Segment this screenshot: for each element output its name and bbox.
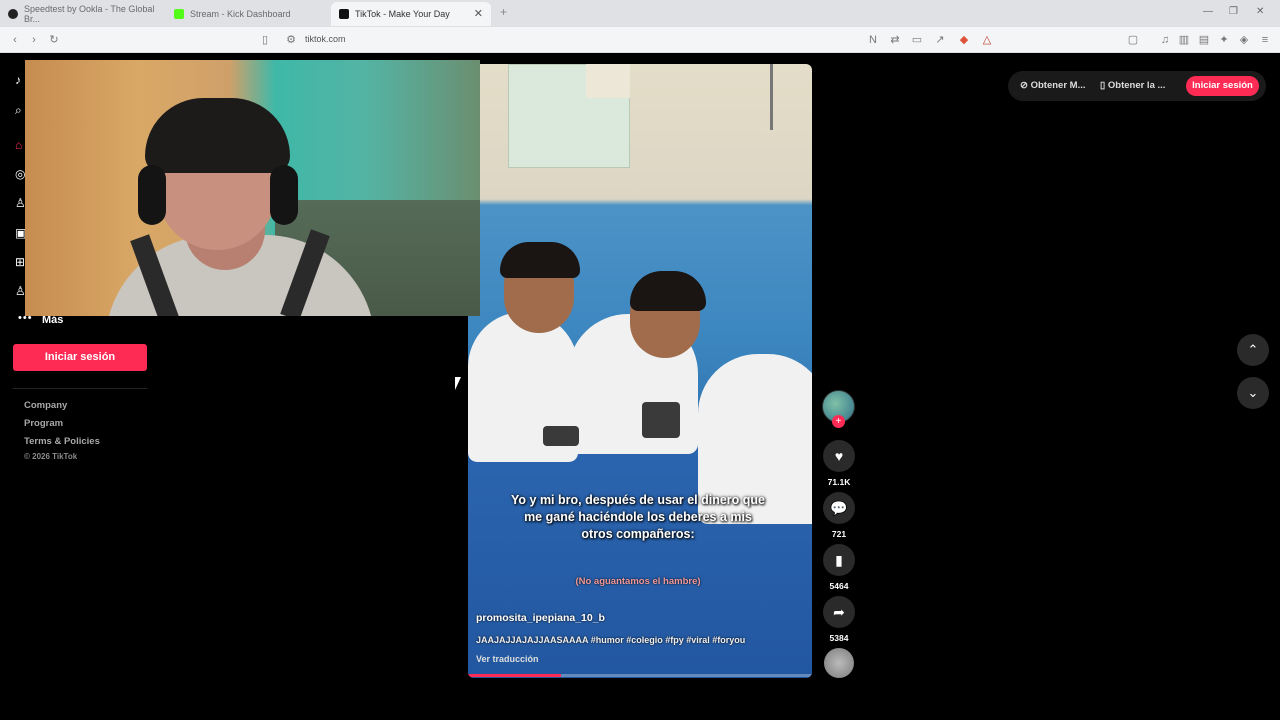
- bookmark-icon[interactable]: ▯: [258, 33, 272, 47]
- next-video-icon[interactable]: ⌄: [1237, 377, 1269, 409]
- get-coins-link[interactable]: ⊘ Obtener M...: [1020, 80, 1086, 91]
- screenshot-icon[interactable]: ▢: [1126, 33, 1140, 47]
- footer-link-terms[interactable]: Terms & Policies: [24, 436, 100, 447]
- tab-title: Speedtest by Ookla - The Global Br...: [24, 4, 155, 24]
- tab-title: Stream - Kick Dashboard: [190, 9, 291, 19]
- wallet-icon[interactable]: ▤: [1197, 33, 1211, 47]
- video-progress-fill: [468, 674, 561, 677]
- close-window-icon[interactable]: ✕: [1256, 6, 1264, 17]
- video-progress-bar[interactable]: [468, 674, 812, 677]
- sidebar-divider: [13, 388, 147, 389]
- vpn-icon[interactable]: ◈: [1237, 33, 1251, 47]
- comment-count: 721: [831, 529, 847, 539]
- cast-icon[interactable]: ▭: [910, 33, 924, 47]
- get-coins-label: Obtener M...: [1030, 80, 1086, 91]
- previous-video-icon[interactable]: ⌃: [1237, 334, 1269, 366]
- address-bar[interactable]: tiktok.com: [305, 34, 346, 44]
- footer-link-company[interactable]: Company: [24, 400, 67, 411]
- pot: [543, 426, 579, 446]
- headphones-icon: [270, 165, 298, 225]
- new-tab-button[interactable]: +: [500, 5, 507, 19]
- student-hair: [500, 242, 580, 278]
- tab-tiktok[interactable]: TikTok - Make Your Day ✕: [331, 2, 491, 26]
- speedtest-favicon-icon: [8, 9, 18, 19]
- brave-shield-icon[interactable]: ◆: [957, 33, 971, 47]
- video-player[interactable]: Yo y mi bro, después de usar el dinero q…: [468, 64, 812, 678]
- person-hair: [145, 98, 290, 173]
- media-icon[interactable]: ♫: [1158, 33, 1172, 47]
- translate-icon[interactable]: ⇄: [888, 33, 902, 47]
- video-caption: Yo y mi bro, después de usar el dinero q…: [511, 493, 765, 541]
- restore-icon[interactable]: ❐: [1229, 6, 1238, 17]
- copyright-text: © 2026 TikTok: [24, 452, 78, 461]
- mouse-cursor-icon: [455, 377, 467, 390]
- site-info-icon[interactable]: ⚙: [284, 33, 298, 47]
- tab-speedtest[interactable]: Speedtest by Ookla - The Global Br...: [0, 2, 165, 26]
- forward-icon[interactable]: ›: [27, 33, 41, 47]
- classroom-poster: [586, 64, 630, 98]
- video-caption-sub: (No aguantamos el hambre): [575, 576, 701, 587]
- footer-link-program[interactable]: Program: [24, 418, 63, 429]
- pot: [642, 402, 680, 438]
- like-heart-icon[interactable]: ♥: [823, 440, 855, 472]
- student-hair: [630, 271, 706, 311]
- video-author[interactable]: promosita_ipepiana_10_b: [476, 612, 605, 624]
- wall-stick: [770, 64, 773, 130]
- headphones-icon: [138, 165, 166, 225]
- sidebar-login-button[interactable]: Iniciar sesión: [13, 344, 147, 371]
- translate-link[interactable]: Ver traducción: [476, 654, 539, 664]
- comment-icon[interactable]: 💬: [823, 492, 855, 524]
- webcam-overlay: [25, 60, 480, 316]
- music-disc-icon[interactable]: [824, 648, 854, 678]
- bookmark-save-icon[interactable]: ▮: [823, 544, 855, 576]
- tiktok-favicon-icon: [339, 9, 349, 19]
- share-count: 5384: [829, 633, 849, 643]
- leo-icon[interactable]: ✦: [1217, 33, 1231, 47]
- follow-plus-icon[interactable]: +: [832, 415, 845, 428]
- reload-icon[interactable]: ↻: [47, 33, 61, 47]
- reader-icon[interactable]: N: [866, 33, 880, 47]
- rewards-icon[interactable]: △: [980, 33, 994, 47]
- tab-kick[interactable]: Stream - Kick Dashboard: [166, 2, 331, 26]
- minimize-icon[interactable]: —: [1203, 6, 1213, 17]
- back-icon[interactable]: ‹: [8, 33, 22, 47]
- header-login-button[interactable]: Iniciar sesión: [1186, 76, 1259, 96]
- tab-title: TikTok - Make Your Day: [355, 9, 450, 19]
- share-icon[interactable]: ↗: [933, 33, 947, 47]
- share-arrow-icon[interactable]: ➦: [823, 596, 855, 628]
- save-count: 5464: [829, 581, 849, 591]
- get-app-label: Obtener la ...: [1107, 80, 1166, 91]
- like-count: 71.1K: [827, 477, 851, 487]
- browser-toolbar: ‹ › ↻ ▯ ⚙ tiktok.com N ⇄ ▭ ↗ ◆ △ ▢ ♫ ▥ ▤…: [0, 27, 1280, 53]
- sidebar-toggle-icon[interactable]: ▥: [1177, 33, 1191, 47]
- browser-tab-bar: Speedtest by Ookla - The Global Br... St…: [0, 0, 1280, 27]
- get-app-link[interactable]: ▯ Obtener la ...: [1100, 80, 1165, 91]
- close-tab-icon[interactable]: ✕: [474, 7, 483, 20]
- kick-favicon-icon: [174, 9, 184, 19]
- video-description[interactable]: JAAJAJJAJAJJAASAAAA #humor #colegio #fpy…: [476, 635, 745, 645]
- menu-icon[interactable]: ≡: [1258, 33, 1272, 47]
